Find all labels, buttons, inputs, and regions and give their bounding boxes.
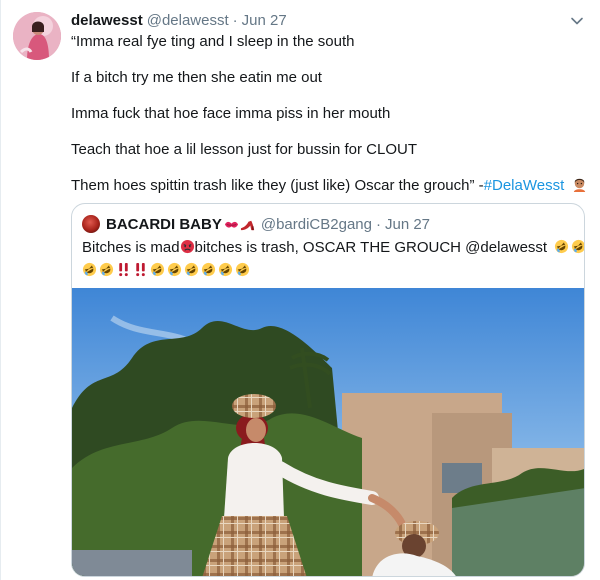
- quoted-text: Bitches is mad bitches is trash, OSCAR T…: [82, 238, 584, 278]
- rofl-emoji: [99, 262, 114, 276]
- rofl-emoji: [218, 262, 233, 276]
- rofl-emoji: [572, 239, 584, 254]
- quoted-handle: @bardiCB2gang: [260, 215, 372, 233]
- quoted-text-part: bitches is trash, OSCAR THE GROUCH @dela…: [194, 239, 548, 256]
- tweet-line: Imma fuck that hoe face imma piss in her…: [71, 105, 391, 122]
- person-gesturing-emoji: [574, 178, 586, 192]
- rofl-emoji: [167, 262, 182, 276]
- quoted-header: BACARDI BABY @bardiCB2gang · Jun 27: [82, 214, 430, 234]
- tweet-line: Teach that hoe a lil lesson just for bus…: [71, 141, 417, 158]
- quoted-line-2: [82, 258, 576, 278]
- quoted-text-part: Bitches is mad: [82, 239, 180, 256]
- tweet-header: delawesst @delawesst · Jun 27: [71, 12, 560, 32]
- quoted-media-photo[interactable]: [72, 288, 584, 576]
- pouting-face-emoji: [180, 239, 194, 254]
- tweet-line: “Imma real fye ting and I sleep in the s…: [71, 33, 355, 50]
- hashtag-link[interactable]: #DelaWesst: [484, 177, 565, 194]
- separator-dot: ·: [232, 12, 238, 29]
- tweet-date[interactable]: Jun 27: [242, 12, 287, 29]
- rofl-emoji: [184, 262, 199, 276]
- rofl-emoji: [201, 262, 216, 276]
- author-handle[interactable]: @delawesst: [147, 12, 229, 29]
- chevron-down-icon[interactable]: [570, 14, 584, 28]
- quoted-name-emojis: [224, 217, 255, 232]
- author-name[interactable]: delawesst: [71, 12, 143, 29]
- tweet-text: “Imma real fye ting and I sleep in the s…: [71, 32, 586, 212]
- quoted-date: Jun 27: [384, 215, 431, 233]
- tweet[interactable]: delawesst @delawesst · Jun 27 “Imma real…: [0, 0, 600, 580]
- rofl-emoji: [555, 239, 569, 254]
- rofl-emoji: [82, 262, 97, 276]
- double-exclamation-emoji: [136, 262, 145, 276]
- quoted-line-1: Bitches is mad bitches is trash, OSCAR T…: [82, 238, 584, 258]
- kiss-mark-emoji: [224, 221, 238, 228]
- double-exclamation-emoji: [119, 262, 128, 276]
- quoted-avatar: [82, 215, 100, 233]
- rofl-emoji: [150, 262, 165, 276]
- tweet-line-last: Them hoes spittin trash like they (just …: [71, 176, 586, 196]
- tweet-line-text: Them hoes spittin trash like they (just …: [71, 177, 484, 194]
- high-heel-emoji: [240, 220, 254, 230]
- quoted-separator-dot: ·: [375, 215, 381, 233]
- quoted-line-1-emojis: [554, 239, 584, 254]
- quoted-author-name: BACARDI BABY: [106, 215, 222, 233]
- avatar[interactable]: [13, 12, 61, 60]
- tweet-line: If a bitch try me then she eatin me out: [71, 69, 322, 86]
- rofl-emoji: [235, 262, 250, 276]
- quoted-tweet[interactable]: BACARDI BABY @bardiCB2gang · Jun 27 Bitc…: [71, 203, 585, 577]
